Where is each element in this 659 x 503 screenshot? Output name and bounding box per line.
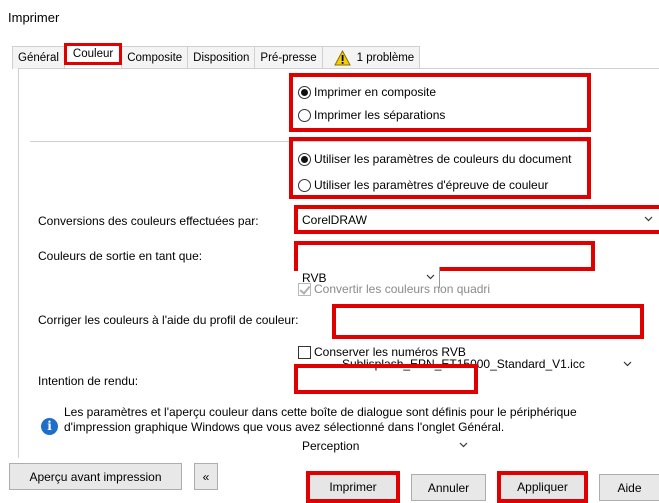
radio-composite-label: Imprimer en composite — [314, 85, 437, 99]
keep-rgb-box[interactable] — [298, 345, 311, 359]
radio-separations-indicator[interactable] — [298, 108, 311, 122]
warning-icon — [333, 50, 351, 66]
radio-composite[interactable]: Imprimer en composite — [298, 82, 445, 102]
rendering-intent-label: Intention de rendu: — [38, 374, 139, 388]
profile-highlight — [332, 304, 644, 339]
tab-couleur[interactable]: Couleur — [63, 43, 123, 65]
apply-label: Appliquer — [517, 480, 568, 494]
radio-separations-label: Imprimer les séparations — [314, 108, 446, 122]
tab-problems[interactable]: 1 problème — [321, 46, 421, 69]
radio-composite-indicator[interactable] — [298, 85, 311, 99]
radio-proof-settings[interactable]: Utiliser les paramètres d'épreuve de cou… — [298, 175, 571, 195]
info-message: Les paramètres et l'aperçu couleur dans … — [64, 405, 577, 435]
tab-disposition-label: Disposition — [193, 51, 250, 64]
radio-document-indicator[interactable] — [298, 152, 311, 166]
tab-composite-label: Composite — [127, 51, 183, 64]
help-button[interactable]: Aide — [599, 474, 659, 501]
chevron-down-icon — [623, 361, 632, 367]
tab-pre-presse[interactable]: Pré-presse — [254, 46, 323, 69]
rendering-intent-highlight — [294, 364, 478, 394]
info-line-1: Les paramètres et l'aperçu couleur dans … — [64, 405, 577, 419]
rendering-intent-value: Perception — [302, 438, 360, 453]
cancel-button[interactable]: Annuler — [411, 474, 486, 501]
output-mode-group: Imprimer en composite Imprimer les sépar… — [298, 82, 445, 125]
tab-pre-presse-label: Pré-presse — [260, 51, 317, 64]
collapse-button[interactable]: « — [194, 463, 218, 490]
tab-general-label: Général — [18, 51, 59, 64]
double-chevron-left-icon: « — [202, 469, 210, 484]
profile-label: Corriger les couleurs à l'aide du profil… — [38, 313, 299, 327]
radio-proof-label: Utiliser les paramètres d'épreuve de cou… — [314, 178, 549, 192]
convert-non-cmyk-checkbox[interactable]: Convertir les couleurs non quadri — [298, 280, 490, 298]
tab-disposition[interactable]: Disposition — [187, 46, 256, 69]
radio-document-settings[interactable]: Utiliser les paramètres de couleurs du d… — [298, 149, 571, 169]
info-icon: i — [41, 418, 58, 435]
radio-document-label: Utiliser les paramètres de couleurs du d… — [314, 152, 572, 166]
chevron-down-icon — [459, 442, 468, 448]
conversions-dropdown[interactable]: CorelDRAW — [298, 209, 659, 230]
help-label: Aide — [617, 480, 642, 495]
convert-non-cmyk-box[interactable] — [298, 282, 311, 296]
keep-rgb-label: Conserver les numéros RVB — [314, 345, 466, 359]
output-colors-label: Couleurs de sortie en tant que: — [38, 249, 203, 263]
print-preview-label: Aperçu avant impression — [29, 469, 162, 484]
cancel-label: Annuler — [427, 480, 470, 495]
convert-non-cmyk-label: Convertir les couleurs non quadri — [314, 282, 491, 296]
print-preview-button[interactable]: Aperçu avant impression — [9, 463, 182, 490]
rendering-intent-dropdown[interactable]: Perception — [298, 435, 474, 456]
chevron-down-icon — [644, 216, 653, 222]
print-label: Imprimer — [329, 480, 377, 494]
color-settings-group: Utiliser les paramètres de couleurs du d… — [298, 149, 571, 195]
conversions-value: CorelDRAW — [302, 212, 367, 227]
keep-rgb-checkbox[interactable]: Conserver les numéros RVB — [298, 343, 466, 361]
radio-proof-indicator[interactable] — [298, 178, 311, 192]
tab-couleur-label: Couleur — [72, 47, 114, 60]
radio-separations[interactable]: Imprimer les séparations — [298, 105, 445, 125]
tab-problems-label: 1 problème — [356, 51, 415, 64]
tab-bar: Général Couleur Composite Disposition Pr… — [12, 43, 421, 69]
apply-button[interactable]: Appliquer — [497, 471, 588, 503]
conversions-label: Conversions des couleurs effectuées par: — [38, 214, 259, 228]
print-button[interactable]: Imprimer — [306, 471, 400, 503]
tab-composite[interactable]: Composite — [121, 46, 189, 69]
tab-general[interactable]: Général — [12, 46, 65, 69]
info-line-2: d'impression graphique Windows que vous … — [64, 420, 505, 434]
dialog-title: Imprimer — [8, 10, 60, 25]
